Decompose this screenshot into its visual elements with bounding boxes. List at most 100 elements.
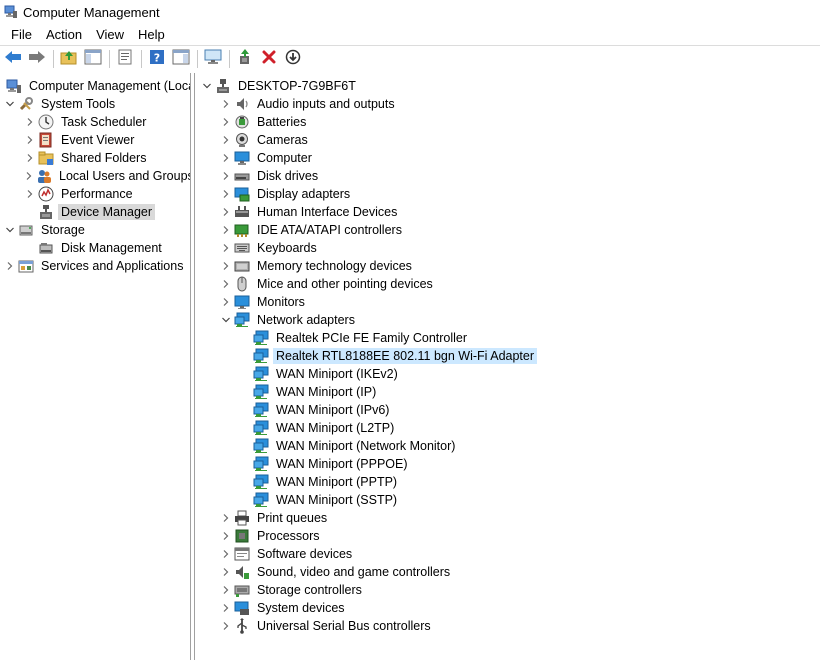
device-category-monitors[interactable]: Monitors — [195, 293, 820, 311]
chevron-right-icon[interactable] — [220, 278, 232, 290]
device-category-network-adapters[interactable]: Network adapters — [195, 311, 820, 329]
device-item-wan-miniport-sstp[interactable]: WAN Miniport (SSTP) — [195, 491, 820, 509]
device-item-wan-miniport-l2tp[interactable]: WAN Miniport (L2TP) — [195, 419, 820, 437]
console-tree-item-services-and-applications[interactable]: Services and Applications — [0, 257, 190, 275]
device-tree-root[interactable]: DESKTOP-7G9BF6T — [195, 77, 820, 95]
chevron-right-icon[interactable] — [24, 134, 36, 146]
device-category-sound-video-and-game-controllers[interactable]: Sound, video and game controllers — [195, 563, 820, 581]
device-category-memory-technology-devices[interactable]: Memory technology devices — [195, 257, 820, 275]
device-category-print-queues[interactable]: Print queues — [195, 509, 820, 527]
device-category-keyboards[interactable]: Keyboards — [195, 239, 820, 257]
chevron-right-icon[interactable] — [24, 116, 36, 128]
console-tree-item-event-viewer[interactable]: Event Viewer — [0, 131, 190, 149]
scan-hardware-button[interactable] — [283, 49, 303, 69]
chevron-right-icon[interactable] — [220, 260, 232, 272]
console-tree-item-computer-management-local[interactable]: Computer Management (Local — [0, 77, 190, 95]
toolbar-separator — [53, 49, 54, 68]
tree-node-label: Mice and other pointing devices — [257, 277, 433, 291]
tree-node-label: Performance — [61, 187, 133, 201]
chevron-down-icon[interactable] — [220, 314, 232, 326]
chevron-right-icon[interactable] — [220, 224, 232, 236]
chevron-down-icon[interactable] — [4, 98, 16, 110]
device-item-realtek-pcie-fe-family-controller[interactable]: Realtek PCIe FE Family Controller — [195, 329, 820, 347]
device-category-audio-inputs-and-outputs[interactable]: Audio inputs and outputs — [195, 95, 820, 113]
chevron-right-icon[interactable] — [220, 620, 232, 632]
uninstall-device-button[interactable] — [259, 49, 279, 69]
chevron-right-icon[interactable] — [24, 170, 34, 182]
device-category-universal-serial-bus-controllers[interactable]: Universal Serial Bus controllers — [195, 617, 820, 635]
device-item-wan-miniport-network-monitor[interactable]: WAN Miniport (Network Monitor) — [195, 437, 820, 455]
chevron-right-icon[interactable] — [24, 152, 36, 164]
chevron-right-icon[interactable] — [220, 170, 232, 182]
console-tree-item-task-scheduler[interactable]: Task Scheduler — [0, 113, 190, 131]
chevron-right-icon[interactable] — [220, 548, 232, 560]
usb-icon — [234, 618, 250, 634]
hid-icon — [234, 204, 250, 220]
network-adapter-icon — [253, 348, 269, 364]
menu-view[interactable]: View — [89, 27, 131, 42]
device-category-processors[interactable]: Processors — [195, 527, 820, 545]
console-tree-item-local-users-and-groups[interactable]: Local Users and Groups — [0, 167, 190, 185]
chevron-right-icon[interactable] — [220, 134, 232, 146]
menu-help[interactable]: Help — [131, 27, 172, 42]
chevron-right-icon[interactable] — [220, 116, 232, 128]
disk-management-icon — [38, 240, 54, 256]
chevron-right-icon[interactable] — [220, 566, 232, 578]
menu-file[interactable]: File — [4, 27, 39, 42]
device-category-software-devices[interactable]: Software devices — [195, 545, 820, 563]
device-category-system-devices[interactable]: System devices — [195, 599, 820, 617]
forward-button[interactable] — [27, 49, 47, 69]
chevron-right-icon[interactable] — [4, 260, 16, 272]
console-tree-item-performance[interactable]: Performance — [0, 185, 190, 203]
chevron-right-icon[interactable] — [220, 206, 232, 218]
console-tree-item-system-tools[interactable]: System Tools — [0, 95, 190, 113]
chevron-right-icon[interactable] — [220, 602, 232, 614]
console-tree-item-disk-management[interactable]: Disk Management — [0, 239, 190, 257]
toolbar: ? — [0, 45, 820, 71]
chevron-right-icon[interactable] — [24, 188, 36, 200]
chevron-right-icon[interactable] — [220, 152, 232, 164]
console-tree-item-shared-folders[interactable]: Shared Folders — [0, 149, 190, 167]
display-button[interactable] — [203, 49, 223, 69]
chevron-right-icon[interactable] — [220, 530, 232, 542]
device-category-human-interface-devices[interactable]: Human Interface Devices — [195, 203, 820, 221]
device-category-batteries[interactable]: Batteries — [195, 113, 820, 131]
chevron-down-icon[interactable] — [201, 80, 213, 92]
device-item-wan-miniport-ikev2[interactable]: WAN Miniport (IKEv2) — [195, 365, 820, 383]
device-item-wan-miniport-pptp[interactable]: WAN Miniport (PPTP) — [195, 473, 820, 491]
device-category-disk-drives[interactable]: Disk drives — [195, 167, 820, 185]
device-category-mice-and-other-pointing-devices[interactable]: Mice and other pointing devices — [195, 275, 820, 293]
device-category-computer[interactable]: Computer — [195, 149, 820, 167]
device-category-storage-controllers[interactable]: Storage controllers — [195, 581, 820, 599]
update-driver-button[interactable] — [235, 49, 255, 69]
help-button[interactable]: ? — [147, 49, 167, 69]
chevron-right-icon[interactable] — [220, 296, 232, 308]
properties-button[interactable] — [115, 49, 135, 69]
chevron-down-icon[interactable] — [4, 224, 16, 236]
keyboard-icon — [234, 240, 250, 256]
chevron-right-icon[interactable] — [220, 584, 232, 596]
show-hide-console-tree-button[interactable] — [83, 49, 103, 69]
device-category-cameras[interactable]: Cameras — [195, 131, 820, 149]
chevron-right-icon[interactable] — [220, 98, 232, 110]
chevron-right-icon[interactable] — [220, 242, 232, 254]
menu-action[interactable]: Action — [39, 27, 89, 42]
console-tree-item-device-manager[interactable]: Device Manager — [0, 203, 190, 221]
device-item-realtek-rtl8188ee-802-11-bgn-wi-fi-adapter[interactable]: Realtek RTL8188EE 802.11 bgn Wi-Fi Adapt… — [195, 347, 820, 365]
tree-node-label: DESKTOP-7G9BF6T — [238, 79, 356, 93]
tree-node-label: WAN Miniport (L2TP) — [276, 421, 395, 435]
device-item-wan-miniport-ipv6[interactable]: WAN Miniport (IPv6) — [195, 401, 820, 419]
chevron-right-icon[interactable] — [220, 188, 232, 200]
up-one-level-button[interactable] — [59, 49, 79, 69]
chevron-right-icon[interactable] — [220, 512, 232, 524]
show-hide-action-pane-button[interactable] — [171, 49, 191, 69]
device-item-wan-miniport-pppoe[interactable]: WAN Miniport (PPPOE) — [195, 455, 820, 473]
back-button[interactable] — [3, 49, 23, 69]
device-category-ide-ata-atapi-controllers[interactable]: IDE ATA/ATAPI controllers — [195, 221, 820, 239]
console-tree-item-storage[interactable]: Storage — [0, 221, 190, 239]
event-viewer-icon — [38, 132, 54, 148]
device-item-wan-miniport-ip[interactable]: WAN Miniport (IP) — [195, 383, 820, 401]
device-category-display-adapters[interactable]: Display adapters — [195, 185, 820, 203]
toolbar-separator — [229, 49, 230, 68]
